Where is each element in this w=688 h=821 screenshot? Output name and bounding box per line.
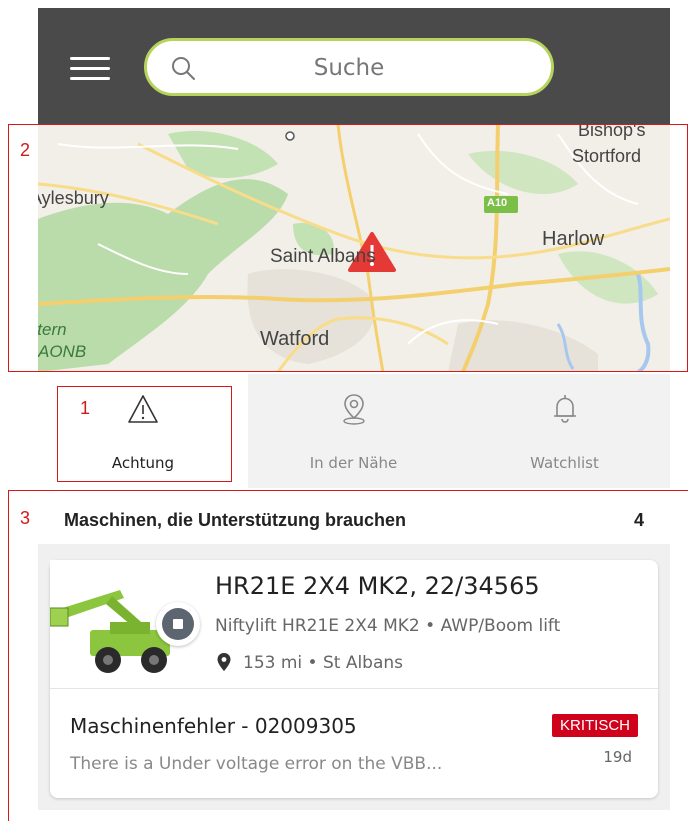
tab-watchlist[interactable]: Watchlist — [459, 374, 670, 488]
location-pin-icon — [342, 394, 365, 425]
tab-label-watchlist: Watchlist — [530, 454, 599, 472]
tab-in-der-naehe[interactable]: In der Nähe — [248, 374, 459, 488]
hamburger-icon[interactable] — [70, 55, 110, 83]
tab-label-in-der-naehe: In der Nähe — [309, 454, 398, 472]
annotation-number-1: 1 — [80, 398, 91, 418]
search-placeholder: Suche — [313, 55, 385, 81]
annotation-number-2: 2 — [20, 140, 31, 160]
bell-icon — [553, 395, 576, 423]
annotation-box-map — [8, 124, 688, 372]
search-input[interactable]: Suche — [144, 38, 554, 96]
annotation-number-3: 3 — [20, 508, 31, 528]
annotation-box-list — [8, 490, 688, 821]
